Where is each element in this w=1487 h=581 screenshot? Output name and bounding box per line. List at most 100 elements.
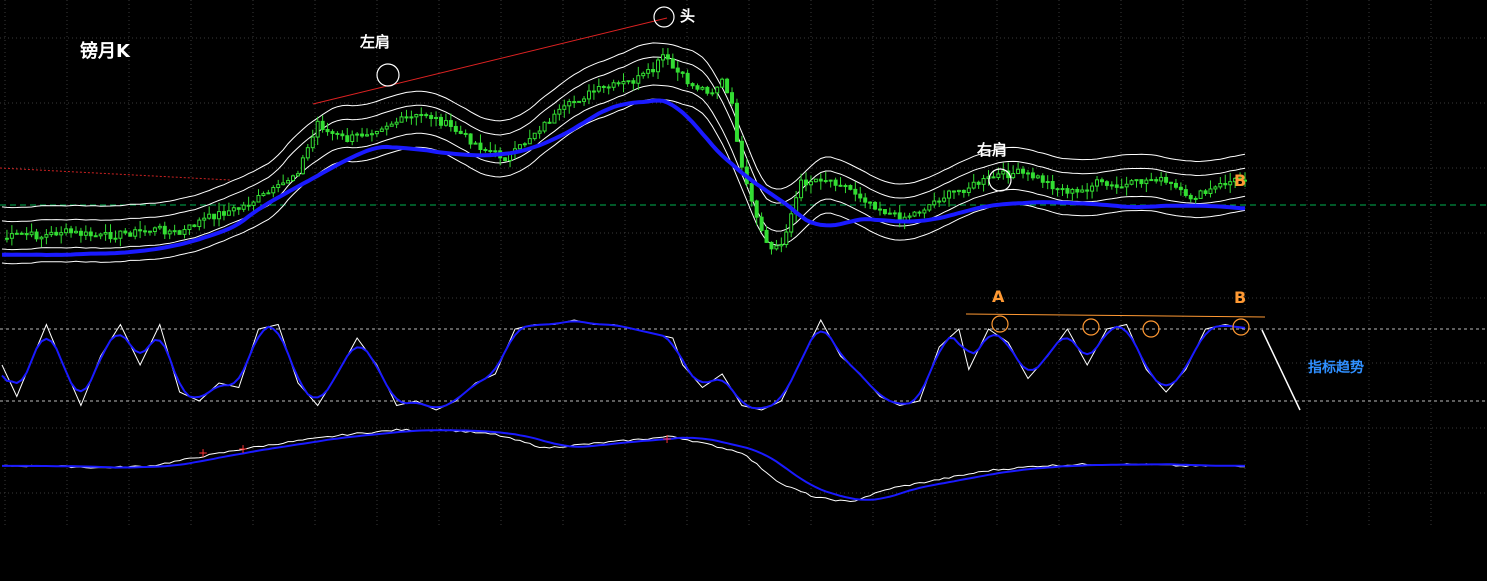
red-cross-1: + bbox=[198, 446, 208, 460]
candle-body bbox=[1159, 176, 1164, 182]
candle-body bbox=[651, 69, 656, 73]
candle-body bbox=[73, 230, 78, 234]
candle-body bbox=[414, 114, 419, 118]
candle-body bbox=[1075, 188, 1080, 193]
candle-body bbox=[424, 114, 429, 117]
candle-body bbox=[1218, 182, 1223, 188]
candle-body bbox=[833, 179, 838, 186]
candle-body bbox=[103, 231, 108, 235]
candle-body bbox=[271, 187, 276, 194]
candle-body bbox=[739, 140, 744, 168]
candle-body bbox=[626, 80, 631, 83]
candle-body bbox=[493, 150, 498, 153]
candle-body bbox=[335, 132, 340, 135]
candle-body bbox=[1095, 179, 1100, 187]
candle-body bbox=[591, 90, 596, 93]
left-shoulder-label: 左肩 bbox=[359, 33, 390, 51]
candle-body bbox=[596, 85, 601, 92]
candle-body bbox=[1228, 181, 1233, 186]
candle-body bbox=[789, 213, 794, 233]
candle-body bbox=[557, 108, 562, 115]
candle-body bbox=[404, 116, 409, 119]
candle-body bbox=[804, 179, 809, 186]
candle-body bbox=[1025, 172, 1030, 175]
candle-body bbox=[54, 231, 59, 236]
candle-body bbox=[779, 244, 784, 247]
candle-body bbox=[340, 133, 345, 137]
candle-body bbox=[586, 90, 591, 100]
candle-body bbox=[838, 184, 843, 187]
candle-body bbox=[98, 233, 103, 237]
osc-a-label: A bbox=[992, 287, 1005, 306]
candle-body bbox=[113, 237, 118, 240]
candle-body bbox=[1080, 189, 1085, 193]
price-b-label: B bbox=[1234, 171, 1246, 190]
candle-body bbox=[246, 204, 251, 207]
candle-body bbox=[365, 134, 370, 137]
candle-body bbox=[1114, 184, 1119, 188]
candle-body bbox=[887, 212, 892, 215]
candle-body bbox=[256, 195, 261, 203]
head-label: 头 bbox=[680, 7, 695, 25]
candle-body bbox=[167, 230, 172, 235]
candle-body bbox=[251, 201, 256, 206]
candle-body bbox=[1119, 186, 1124, 189]
candle-body bbox=[927, 204, 932, 211]
candle-body bbox=[680, 71, 685, 74]
title-label: 镑月K bbox=[80, 40, 131, 62]
candle-body bbox=[162, 225, 167, 235]
candle-body bbox=[389, 123, 394, 127]
candle-body bbox=[69, 228, 74, 234]
candle-body bbox=[917, 211, 922, 214]
candle-body bbox=[1208, 188, 1213, 194]
candle-body bbox=[286, 180, 291, 184]
candle-body bbox=[1035, 175, 1040, 179]
candle-body bbox=[374, 130, 379, 135]
candle-body bbox=[360, 133, 365, 137]
candle-body bbox=[971, 181, 976, 189]
candle-body bbox=[725, 78, 730, 94]
candle-body bbox=[892, 212, 897, 215]
candle-body bbox=[187, 224, 192, 231]
candle-body bbox=[951, 190, 956, 193]
candle-body bbox=[734, 102, 739, 142]
candle-body bbox=[83, 231, 88, 236]
candle-body bbox=[394, 121, 399, 125]
candle-body bbox=[1104, 181, 1109, 186]
candle-body bbox=[202, 217, 207, 221]
candle-body bbox=[1030, 172, 1035, 179]
candle-body bbox=[646, 69, 651, 74]
candle-body bbox=[212, 213, 217, 220]
candle-body bbox=[369, 133, 374, 136]
candle-body bbox=[700, 86, 705, 90]
candle-body bbox=[517, 144, 522, 150]
candle-body bbox=[118, 230, 123, 239]
candle-body bbox=[128, 232, 133, 237]
candle-body bbox=[695, 85, 700, 90]
candle-body bbox=[660, 54, 665, 61]
candle-body bbox=[310, 136, 315, 149]
chart-background bbox=[0, 0, 1487, 581]
candle-body bbox=[1055, 188, 1060, 191]
candle-body bbox=[616, 82, 621, 85]
candle-body bbox=[64, 228, 69, 234]
candle-body bbox=[24, 233, 29, 236]
candle-body bbox=[221, 211, 226, 216]
candle-body bbox=[759, 216, 764, 231]
candle-body bbox=[764, 229, 769, 243]
candle-body bbox=[882, 209, 887, 215]
candle-body bbox=[488, 150, 493, 153]
right-shoulder-label: 右肩 bbox=[977, 141, 1007, 159]
candle-body bbox=[670, 58, 675, 69]
candle-body bbox=[197, 219, 202, 228]
candle-body bbox=[1040, 175, 1045, 183]
candle-body bbox=[991, 176, 996, 179]
candle-body bbox=[1001, 170, 1006, 175]
candle-body bbox=[419, 114, 424, 117]
candle-body bbox=[295, 173, 300, 177]
candle-body bbox=[207, 213, 212, 219]
candle-body bbox=[537, 130, 542, 134]
candle-body bbox=[636, 75, 641, 84]
candle-body bbox=[631, 80, 636, 84]
candle-body bbox=[675, 67, 680, 73]
